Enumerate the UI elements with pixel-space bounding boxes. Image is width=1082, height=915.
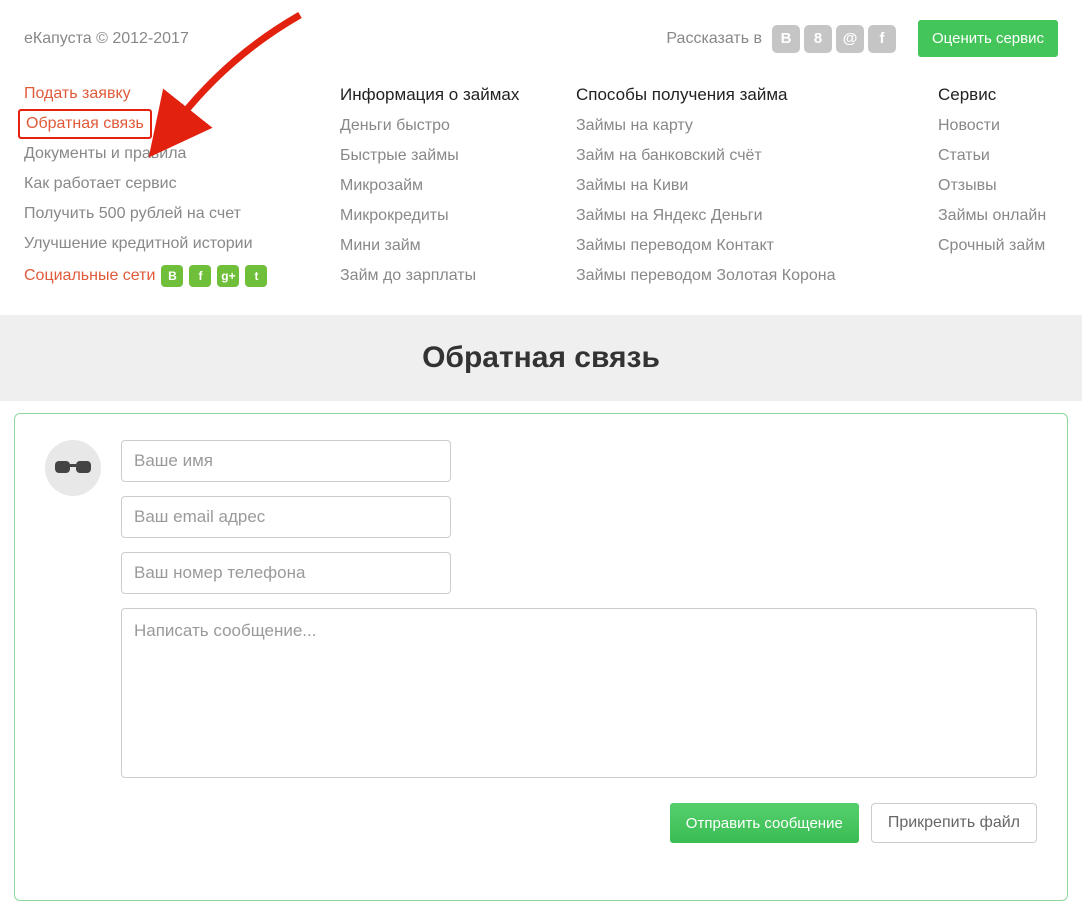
facebook-icon[interactable]: f: [868, 25, 896, 53]
nav-reviews[interactable]: Отзывы: [938, 177, 1058, 195]
nav-loans-yandex[interactable]: Займы на Яндекс Деньги: [576, 207, 938, 225]
attach-file-button[interactable]: Прикрепить файл: [871, 803, 1037, 843]
nav-loans-online[interactable]: Займы онлайн: [938, 207, 1058, 225]
nav-docs[interactable]: Документы и правила: [24, 145, 340, 163]
email-input[interactable]: [121, 496, 451, 538]
sunglasses-icon: [53, 459, 93, 477]
nav-apply[interactable]: Подать заявку: [24, 85, 340, 103]
vk-icon[interactable]: В: [772, 25, 800, 53]
nav-microloan[interactable]: Микрозайм: [340, 177, 576, 195]
rate-service-button[interactable]: Оценить сервис: [918, 20, 1058, 57]
nav-social[interactable]: Социальные сети: [24, 267, 155, 285]
col3-head: Способы получения займа: [576, 85, 938, 105]
vk-small-icon[interactable]: В: [161, 265, 183, 287]
top-social-icons: В 8 @ f: [772, 25, 896, 53]
ok-icon[interactable]: 8: [804, 25, 832, 53]
mail-icon[interactable]: @: [836, 25, 864, 53]
nav-payday-loan[interactable]: Займ до зарплаты: [340, 267, 576, 285]
phone-input[interactable]: [121, 552, 451, 594]
message-textarea[interactable]: [121, 608, 1037, 778]
submit-button[interactable]: Отправить сообщение: [670, 803, 859, 843]
col4-head: Сервис: [938, 85, 1058, 105]
nav-news[interactable]: Новости: [938, 117, 1058, 135]
nav-urgent-loan[interactable]: Срочный займ: [938, 237, 1058, 255]
twitter-icon[interactable]: t: [245, 265, 267, 287]
highlighted-feedback-link: Обратная связь: [18, 109, 152, 139]
nav-mini-loan[interactable]: Мини займ: [340, 237, 576, 255]
nav-fast-loans[interactable]: Быстрые займы: [340, 147, 576, 165]
nav-articles[interactable]: Статьи: [938, 147, 1058, 165]
nav-get-500[interactable]: Получить 500 рублей на счет: [24, 205, 340, 223]
col2-head: Информация о займах: [340, 85, 576, 105]
google-plus-icon[interactable]: g+: [217, 265, 239, 287]
nav-loans-zkorona[interactable]: Займы переводом Золотая Корона: [576, 267, 938, 285]
feedback-form: Отправить сообщение Прикрепить файл: [14, 413, 1068, 901]
nav-money-fast[interactable]: Деньги быстро: [340, 117, 576, 135]
share-label: Рассказать в: [666, 30, 762, 48]
nav-credit-history[interactable]: Улучшение кредитной истории: [24, 235, 340, 253]
facebook-small-icon[interactable]: f: [189, 265, 211, 287]
nav-feedback[interactable]: Обратная связь: [26, 115, 144, 133]
nav-microcredits[interactable]: Микрокредиты: [340, 207, 576, 225]
nav-loans-contact[interactable]: Займы переводом Контакт: [576, 237, 938, 255]
page-title: Обратная связь: [422, 341, 660, 374]
nav-how-works[interactable]: Как работает сервис: [24, 175, 340, 193]
copyright-text: еКапуста © 2012-2017: [24, 30, 189, 48]
nav-loan-bank[interactable]: Займ на банковский счёт: [576, 147, 938, 165]
name-input[interactable]: [121, 440, 451, 482]
nav-loans-qiwi[interactable]: Займы на Киви: [576, 177, 938, 195]
nav-loans-card[interactable]: Займы на карту: [576, 117, 938, 135]
avatar: [45, 440, 101, 496]
